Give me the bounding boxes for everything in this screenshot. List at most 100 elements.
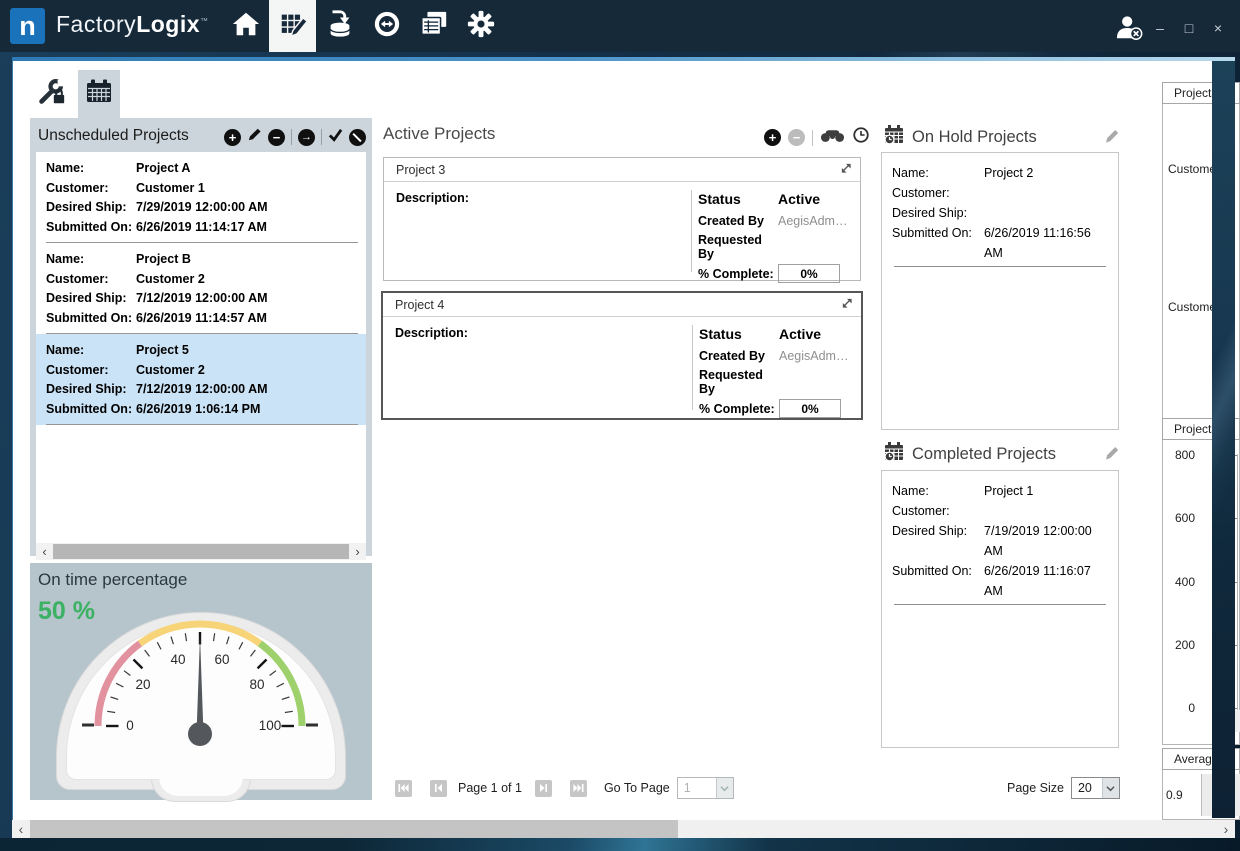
search-binoculars-icon[interactable]: [820, 127, 845, 148]
y-axis-line: [1237, 454, 1238, 710]
edit-on-hold-button[interactable]: [1104, 128, 1120, 149]
database-import-icon: [325, 9, 355, 44]
completed-title: Completed Projects: [912, 445, 1056, 464]
add-project-button[interactable]: +: [224, 129, 241, 146]
completed-header: Completed Projects: [883, 441, 1056, 468]
y-axis-tick: 800: [1165, 448, 1195, 462]
card-header: Project 4: [383, 293, 861, 317]
completed-projects-box[interactable]: Name:Project 1 Customer: Desired Ship:7/…: [881, 470, 1119, 748]
content-top-accent: [12, 57, 1235, 61]
nav-home-button[interactable]: [222, 0, 269, 52]
gauge-tick-label: 40: [170, 652, 185, 667]
nav-sync-button[interactable]: [363, 0, 410, 52]
application-window: Unscheduled Projects + − → Name:Project …: [0, 0, 1240, 851]
item-separator: [894, 604, 1106, 605]
previous-page-button[interactable]: [430, 780, 447, 797]
accept-button[interactable]: [328, 127, 343, 147]
logout-user-button[interactable]: [1114, 14, 1146, 47]
page-size-dropdown[interactable]: 20: [1071, 777, 1120, 799]
window-controls: – □ ×: [1152, 20, 1226, 36]
unscheduled-projects-list: Name:Project A Customer:Customer 1 Desir…: [36, 152, 366, 543]
percent-complete-field[interactable]: 0%: [779, 399, 841, 418]
goto-page-label: Go To Page: [604, 781, 670, 795]
remove-active-button-disabled[interactable]: −: [788, 129, 805, 146]
app-logo: n: [10, 8, 45, 44]
on-time-percentage-panel: On time percentage 50 % 0 20 40 60 80 10…: [30, 563, 372, 800]
gauge-tick-label: 100: [259, 718, 282, 733]
window-bottom-edge: [0, 838, 1240, 851]
gauge-tick-label: 0: [126, 718, 134, 733]
last-page-button[interactable]: [570, 780, 587, 797]
tab-scheduling[interactable]: [78, 70, 120, 118]
next-page-button[interactable]: [535, 780, 552, 797]
on-hold-title: On Hold Projects: [912, 128, 1037, 147]
y-axis-tick: 0.9: [1166, 788, 1183, 802]
scroll-left-arrow[interactable]: ‹: [12, 820, 30, 838]
maximize-button[interactable]: □: [1181, 20, 1197, 36]
scroll-right-arrow[interactable]: ›: [349, 543, 366, 560]
y-axis-tick: 200: [1165, 638, 1195, 652]
active-project-card[interactable]: Project 3 Description: StatusActive Crea…: [383, 157, 861, 281]
scrollbar-thumb[interactable]: [53, 544, 349, 559]
active-project-card-selected[interactable]: Project 4 Description: StatusActive Crea…: [381, 291, 863, 420]
y-axis-tick: 0: [1165, 701, 1195, 715]
description-label: Description:: [396, 191, 469, 205]
scrollbar-thumb[interactable]: [30, 820, 678, 838]
calendar-clock-icon: [883, 124, 905, 151]
tab-configuration[interactable]: [32, 74, 70, 114]
goto-page-dropdown[interactable]: 1: [677, 777, 734, 799]
on-hold-projects-box[interactable]: Name:Project 2 Customer: Desired Ship: S…: [881, 152, 1119, 430]
schedule-project-button[interactable]: →: [298, 129, 315, 146]
gauge-tick-label: 60: [214, 652, 229, 667]
sync-arrows-icon: [372, 9, 402, 44]
page-size-control: Page Size 20: [1007, 777, 1120, 799]
calendar-clock-icon: [883, 441, 905, 468]
calendar-icon: [84, 77, 114, 112]
nav-planning-button-active[interactable]: [269, 0, 316, 52]
wrench-lock-icon: [35, 76, 67, 113]
nav-reports-button[interactable]: [410, 0, 457, 52]
expand-icon[interactable]: [841, 297, 853, 312]
edit-project-button[interactable]: [247, 127, 262, 147]
gauge-tick-label: 80: [249, 677, 264, 692]
cancel-button[interactable]: [349, 129, 366, 146]
unscheduled-projects-title: Unscheduled Projects: [38, 127, 189, 145]
active-projects-toolbar: + −: [764, 126, 870, 149]
expand-icon[interactable]: [840, 162, 852, 177]
toolbar-separator: [812, 130, 813, 146]
item-separator: [46, 424, 358, 425]
first-page-button[interactable]: [395, 780, 412, 797]
toolbar-separator: [291, 129, 292, 145]
planning-grid-pencil-icon: [278, 9, 308, 44]
main-horizontal-scrollbar: ‹ ›: [12, 820, 1235, 838]
user-logout-icon: [1114, 29, 1146, 46]
scroll-left-arrow[interactable]: ‹: [36, 543, 53, 560]
gear-icon: [466, 9, 496, 44]
gauge-needle: [188, 636, 212, 746]
card-body: Description: StatusActive Created ByAegi…: [383, 317, 861, 418]
gauge-tick-label: 20: [135, 677, 150, 692]
close-button[interactable]: ×: [1210, 20, 1226, 36]
edit-completed-button[interactable]: [1104, 445, 1120, 466]
main-navigation: [222, 0, 504, 52]
remove-project-button[interactable]: −: [268, 129, 285, 146]
app-brand: FactoryLogix™: [56, 11, 209, 38]
on-hold-header: On Hold Projects: [883, 124, 1037, 151]
page-size-label: Page Size: [1007, 781, 1064, 795]
card-divider: [691, 190, 692, 272]
pagination-bar: Page 1 of 1 Go To Page 1: [395, 777, 734, 799]
unscheduled-project-item-selected[interactable]: Name:Project 5 Customer:Customer 2 Desir…: [36, 334, 366, 425]
add-active-button[interactable]: +: [764, 129, 781, 146]
unscheduled-project-item[interactable]: Name:Project A Customer:Customer 1 Desir…: [36, 152, 366, 243]
item-separator: [894, 266, 1106, 267]
scroll-right-arrow[interactable]: ›: [1217, 820, 1235, 838]
minimize-button[interactable]: –: [1152, 20, 1168, 36]
percent-complete-field[interactable]: 0%: [778, 264, 840, 283]
nav-settings-button[interactable]: [457, 0, 504, 52]
page-indicator: Page 1 of 1: [458, 781, 522, 795]
card-header: Project 3: [384, 158, 860, 182]
chevron-down-icon: [716, 778, 733, 798]
unscheduled-project-item[interactable]: Name:Project B Customer:Customer 2 Desir…: [36, 243, 366, 334]
nav-materials-button[interactable]: [316, 0, 363, 52]
history-clock-icon[interactable]: [852, 126, 870, 149]
